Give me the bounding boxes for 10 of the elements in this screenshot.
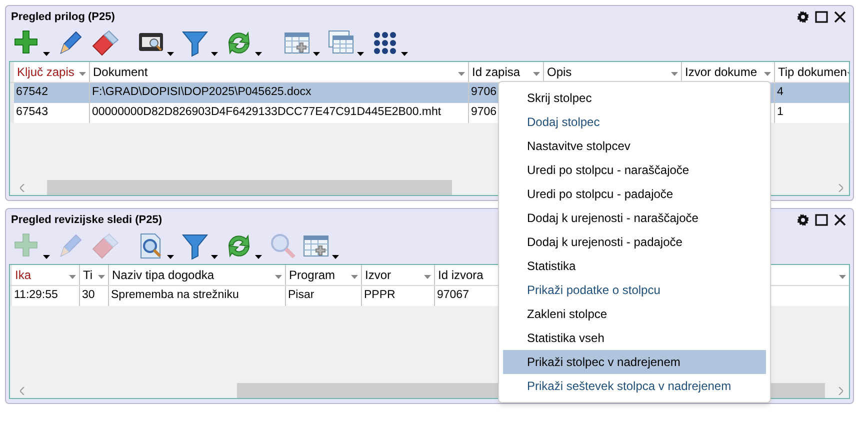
panel-title: Pregled prilog (P25) (11, 10, 115, 25)
table-cell: 00000000D82D826903D4F6429133DCC77E47C91D445E2B00.mht (90, 103, 469, 123)
table-cell: Sprememba na strežniku (109, 286, 286, 306)
panel-title: Pregled revizijske sledi (P25) (11, 212, 162, 228)
table-cell: Pisar (286, 286, 362, 306)
table-cell: 30 (80, 286, 109, 306)
table-cell: 11:29:55 (12, 286, 80, 306)
table-cell: PPPR (362, 286, 435, 306)
table-cell: 67543 (14, 103, 90, 123)
table-cell: 1 (775, 103, 849, 123)
